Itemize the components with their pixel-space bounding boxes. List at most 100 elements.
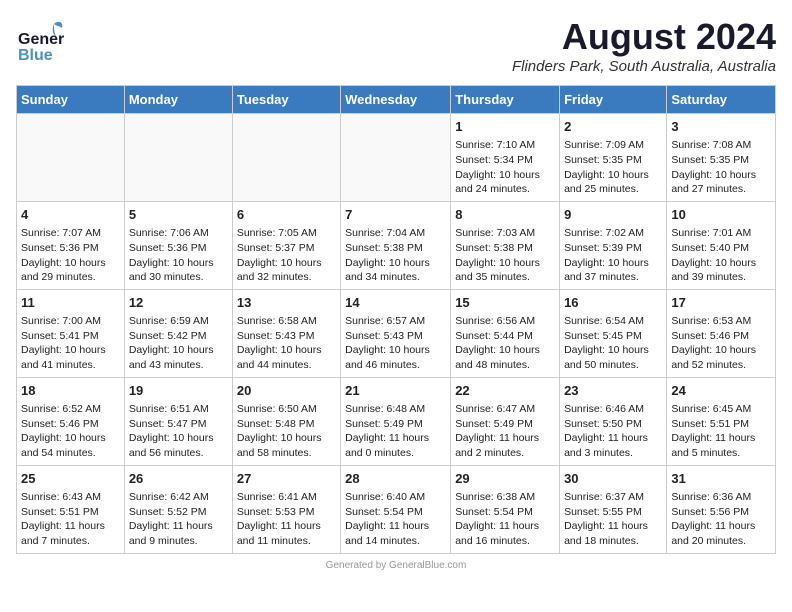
location-subtitle: Flinders Park, South Australia, Australi… [512, 58, 776, 75]
table-row: 25Sunrise: 6:43 AMSunset: 5:51 PMDayligh… [17, 465, 125, 553]
day-info: Sunrise: 6:37 AMSunset: 5:55 PMDaylight:… [564, 490, 662, 549]
table-row: 21 Sunrise: 6:48 AMSunset: 5:49 PMDayligh… [341, 377, 451, 465]
day-number: 18 [21, 382, 120, 400]
day-info: Sunrise: 6:38 AMSunset: 5:54 PMDaylight:… [455, 490, 555, 549]
day-info: Sunrise: 7:01 AMSunset: 5:40 PMDaylight:… [671, 226, 771, 285]
svg-text:General: General [18, 31, 64, 48]
day-info: Sunrise: 6:46 AMSunset: 5:50 PMDaylight:… [564, 402, 662, 461]
day-info: Sunrise: 6:56 AMSunset: 5:44 PMDaylight:… [455, 314, 555, 373]
day-info: Sunrise: 7:05 AMSunset: 5:37 PMDaylight:… [237, 226, 336, 285]
table-row: 24Sunrise: 6:45 AMSunset: 5:51 PMDayligh… [667, 377, 776, 465]
table-row: 17 Sunrise: 6:53 AMSunset: 5:46 PMDayligh… [667, 289, 776, 377]
calendar-table: Sunday Monday Tuesday Wednesday Thursday… [16, 85, 776, 554]
day-info: Sunrise: 6:53 AMSunset: 5:46 PMDaylight:… [671, 314, 771, 373]
day-number: 24 [671, 382, 771, 400]
day-number: 29 [455, 470, 555, 488]
table-row: 22Sunrise: 6:47 AMSunset: 5:49 PMDayligh… [451, 377, 560, 465]
table-row: 4 Sunrise: 7:07 AMSunset: 5:36 PMDaylight… [17, 201, 125, 289]
day-info: Sunrise: 6:40 AMSunset: 5:54 PMDaylight:… [345, 490, 446, 549]
day-number: 14 [345, 294, 446, 312]
calendar-week-row: 25Sunrise: 6:43 AMSunset: 5:51 PMDayligh… [17, 465, 776, 553]
table-row: 9 Sunrise: 7:02 AMSunset: 5:39 PMDaylight… [560, 201, 667, 289]
day-info: Sunrise: 7:07 AMSunset: 5:36 PMDaylight:… [21, 226, 120, 285]
day-info: Sunrise: 7:02 AMSunset: 5:39 PMDaylight:… [564, 226, 662, 285]
footer: Generated by GeneralBlue.com [16, 560, 776, 571]
table-row: 14 Sunrise: 6:57 AMSunset: 5:43 PMDayligh… [341, 289, 451, 377]
col-monday: Monday [124, 86, 232, 114]
col-wednesday: Wednesday [341, 86, 451, 114]
col-saturday: Saturday [667, 86, 776, 114]
table-row: 19 Sunrise: 6:51 AMSunset: 5:47 PMDayligh… [124, 377, 232, 465]
table-row: 29 Sunrise: 6:38 AMSunset: 5:54 PMDayligh… [451, 465, 560, 553]
day-info: Sunrise: 6:50 AMSunset: 5:48 PMDaylight:… [237, 402, 336, 461]
calendar-week-row: 1 Sunrise: 7:10 AMSunset: 5:34 PMDaylight… [17, 114, 776, 202]
day-number: 23 [564, 382, 662, 400]
day-number: 7 [345, 206, 446, 224]
day-number: 22 [455, 382, 555, 400]
logo: General Blue [16, 16, 66, 69]
day-number: 16 [564, 294, 662, 312]
col-sunday: Sunday [17, 86, 125, 114]
table-row: 8 Sunrise: 7:03 AMSunset: 5:38 PMDaylight… [451, 201, 560, 289]
day-number: 6 [237, 206, 336, 224]
table-row: 2 Sunrise: 7:09 AMSunset: 5:35 PMDaylight… [560, 114, 667, 202]
day-number: 15 [455, 294, 555, 312]
table-row: 16 Sunrise: 6:54 AMSunset: 5:45 PMDayligh… [560, 289, 667, 377]
day-number: 1 [455, 118, 555, 136]
calendar-week-row: 11 Sunrise: 7:00 AMSunset: 5:41 PMDayligh… [17, 289, 776, 377]
day-number: 17 [671, 294, 771, 312]
day-number: 9 [564, 206, 662, 224]
table-row: 5 Sunrise: 7:06 AMSunset: 5:36 PMDaylight… [124, 201, 232, 289]
month-year-title: August 2024 [512, 16, 776, 58]
table-row: 30Sunrise: 6:37 AMSunset: 5:55 PMDayligh… [560, 465, 667, 553]
day-number: 5 [129, 206, 228, 224]
table-row: 7 Sunrise: 7:04 AMSunset: 5:38 PMDaylight… [341, 201, 451, 289]
table-row [124, 114, 232, 202]
col-thursday: Thursday [451, 86, 560, 114]
day-number: 8 [455, 206, 555, 224]
table-row [232, 114, 340, 202]
table-row: 20 Sunrise: 6:50 AMSunset: 5:48 PMDayligh… [232, 377, 340, 465]
day-info: Sunrise: 6:42 AMSunset: 5:52 PMDaylight:… [129, 490, 228, 549]
day-info: Sunrise: 6:57 AMSunset: 5:43 PMDaylight:… [345, 314, 446, 373]
day-info: Sunrise: 7:04 AMSunset: 5:38 PMDaylight:… [345, 226, 446, 285]
day-info: Sunrise: 6:54 AMSunset: 5:45 PMDaylight:… [564, 314, 662, 373]
table-row: 11 Sunrise: 7:00 AMSunset: 5:41 PMDayligh… [17, 289, 125, 377]
day-number: 4 [21, 206, 120, 224]
table-row: 1 Sunrise: 7:10 AMSunset: 5:34 PMDaylight… [451, 114, 560, 202]
day-info: Sunrise: 7:00 AMSunset: 5:41 PMDaylight:… [21, 314, 120, 373]
day-number: 20 [237, 382, 336, 400]
calendar-week-row: 18 Sunrise: 6:52 AMSunset: 5:46 PMDayligh… [17, 377, 776, 465]
svg-text:Blue: Blue [18, 47, 53, 64]
day-info: Sunrise: 6:58 AMSunset: 5:43 PMDaylight:… [237, 314, 336, 373]
day-info: Sunrise: 6:36 AMSunset: 5:56 PMDaylight:… [671, 490, 771, 549]
table-row: 18 Sunrise: 6:52 AMSunset: 5:46 PMDayligh… [17, 377, 125, 465]
calendar-week-row: 4 Sunrise: 7:07 AMSunset: 5:36 PMDaylight… [17, 201, 776, 289]
table-row: 6 Sunrise: 7:05 AMSunset: 5:37 PMDaylight… [232, 201, 340, 289]
day-info: Sunrise: 7:10 AMSunset: 5:34 PMDaylight:… [455, 138, 555, 197]
day-info: Sunrise: 7:06 AMSunset: 5:36 PMDaylight:… [129, 226, 228, 285]
day-number: 31 [671, 470, 771, 488]
day-info: Sunrise: 6:52 AMSunset: 5:46 PMDaylight:… [21, 402, 120, 461]
day-number: 12 [129, 294, 228, 312]
day-info: Sunrise: 6:41 AMSunset: 5:53 PMDaylight:… [237, 490, 336, 549]
day-info: Sunrise: 7:09 AMSunset: 5:35 PMDaylight:… [564, 138, 662, 197]
day-info: Sunrise: 7:08 AMSunset: 5:35 PMDaylight:… [671, 138, 771, 197]
day-number: 13 [237, 294, 336, 312]
day-info: Sunrise: 6:51 AMSunset: 5:47 PMDaylight:… [129, 402, 228, 461]
day-number: 21 [345, 382, 446, 400]
day-number: 27 [237, 470, 336, 488]
table-row: 31 Sunrise: 6:36 AMSunset: 5:56 PMDayligh… [667, 465, 776, 553]
table-row: 3 Sunrise: 7:08 AMSunset: 5:35 PMDaylight… [667, 114, 776, 202]
col-tuesday: Tuesday [232, 86, 340, 114]
day-number: 3 [671, 118, 771, 136]
table-row: 12Sunrise: 6:59 AMSunset: 5:42 PMDayligh… [124, 289, 232, 377]
day-info: Sunrise: 6:48 AMSunset: 5:49 PMDaylight:… [345, 402, 446, 461]
day-number: 11 [21, 294, 120, 312]
table-row: 28Sunrise: 6:40 AMSunset: 5:54 PMDayligh… [341, 465, 451, 553]
day-number: 19 [129, 382, 228, 400]
day-info: Sunrise: 7:03 AMSunset: 5:38 PMDaylight:… [455, 226, 555, 285]
day-number: 2 [564, 118, 662, 136]
table-row: 26Sunrise: 6:42 AMSunset: 5:52 PMDayligh… [124, 465, 232, 553]
day-info: Sunrise: 6:43 AMSunset: 5:51 PMDaylight:… [21, 490, 120, 549]
